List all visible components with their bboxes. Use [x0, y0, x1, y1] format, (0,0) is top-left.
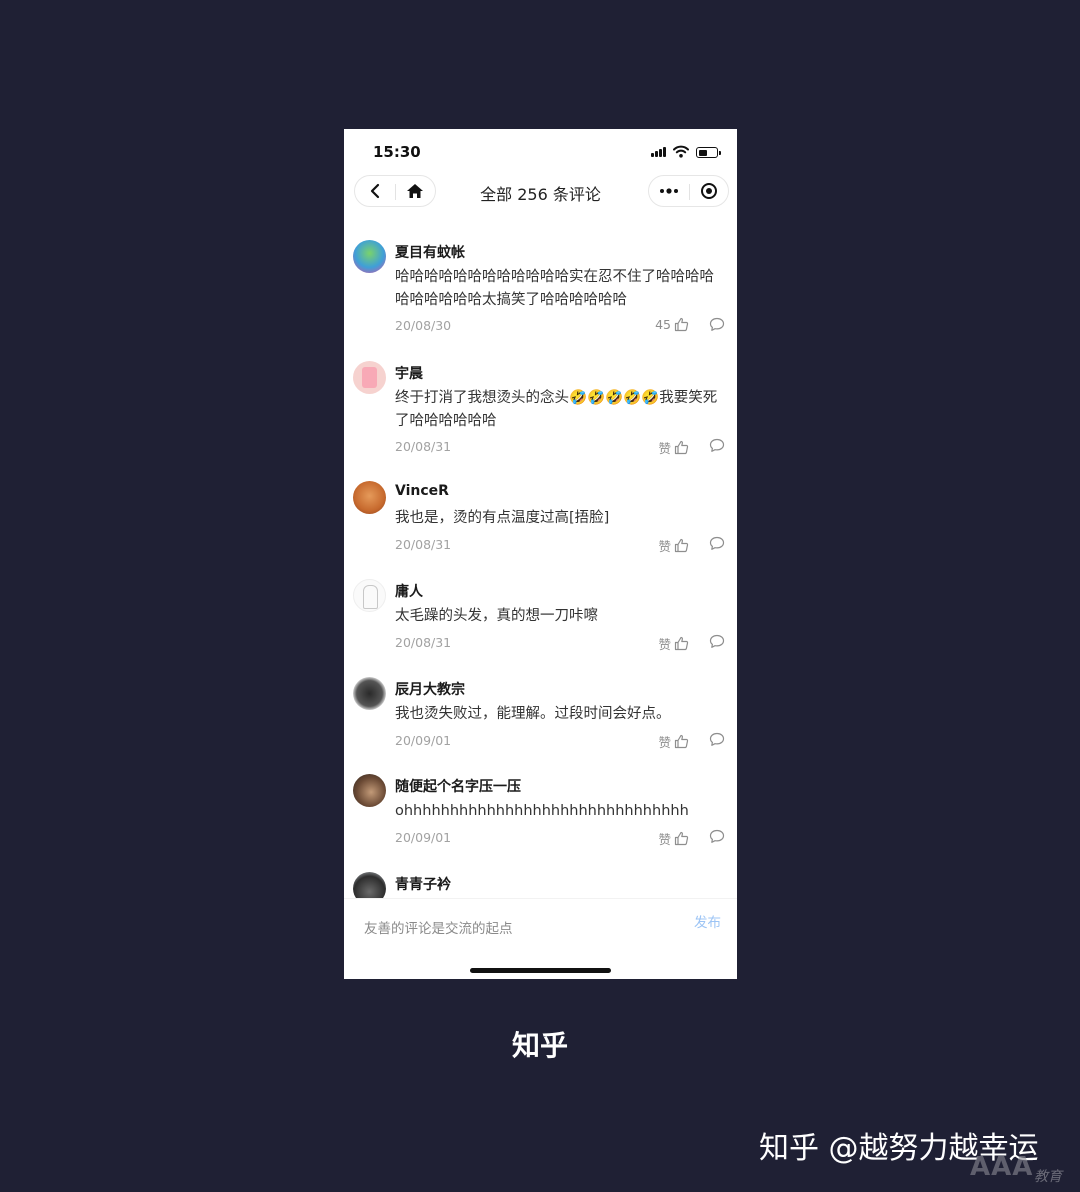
comment-date: 20/08/31 [395, 439, 452, 454]
close-miniapp-button[interactable] [689, 176, 729, 206]
thumbs-up-icon [674, 831, 689, 846]
like-count: 赞 [658, 637, 671, 652]
thumbs-up-icon [674, 636, 689, 651]
corner-logo-sub: 教育 [1034, 1169, 1062, 1185]
comment-text: 我也是，烫的有点温度过高[捂脸] [395, 510, 610, 526]
wifi-icon [673, 145, 689, 158]
more-dots-icon [660, 188, 678, 194]
phone-screen: 15:30 全部 256 条评论 夏目有蚊帐 哈哈哈哈哈哈哈哈哈哈哈哈实在忍不住… [344, 129, 737, 979]
comment-author[interactable]: 庸人 [395, 581, 423, 601]
reply-bubble-icon[interactable] [709, 829, 725, 844]
comment-date: 20/09/01 [395, 830, 452, 845]
more-button[interactable] [649, 176, 689, 206]
status-bar: 15:30 [344, 129, 737, 173]
avatar[interactable] [353, 361, 386, 394]
like-button[interactable]: 赞 [658, 634, 689, 653]
avatar[interactable] [353, 677, 386, 710]
comment-input[interactable]: 友善的评论是交流的起点 [364, 917, 513, 937]
nav-capsule-right [648, 175, 729, 207]
reply-bubble-icon[interactable] [709, 317, 725, 332]
comment-author[interactable]: 宇晨 [395, 363, 423, 383]
comment-date: 20/08/31 [395, 635, 452, 650]
avatar[interactable] [353, 579, 386, 612]
comment-text: 终于打消了我想烫头的念头🤣🤣🤣🤣🤣我要笑死了哈哈哈哈哈哈 [395, 390, 718, 429]
thumbs-up-icon [674, 734, 689, 749]
like-button[interactable]: 赞 [658, 438, 689, 457]
battery-icon [696, 147, 721, 158]
reply-bubble-icon[interactable] [709, 536, 725, 551]
thumbs-up-icon [674, 440, 689, 455]
signal-icon [651, 147, 668, 157]
comment-text: 太毛躁的头发，真的想一刀咔嚓 [395, 608, 598, 624]
comment-text: 我也烫失败过，能理解。过段时间会好点。 [395, 706, 671, 722]
like-count: 45 [655, 317, 671, 332]
caption: 知乎 [511, 1029, 568, 1062]
reply-bubble-icon[interactable] [709, 634, 725, 649]
like-count: 赞 [658, 539, 671, 554]
nav-bar: 全部 256 条评论 [344, 173, 737, 209]
like-count: 赞 [658, 832, 671, 847]
reply-bubble-icon[interactable] [709, 438, 725, 453]
home-indicator [470, 968, 611, 973]
reply-bubble-icon[interactable] [709, 732, 725, 747]
avatar[interactable] [353, 774, 386, 807]
avatar[interactable] [353, 481, 386, 514]
status-time: 15:30 [373, 143, 421, 161]
like-count: 赞 [658, 735, 671, 750]
corner-logo: AAA [970, 1152, 1034, 1182]
like-count: 赞 [658, 441, 671, 456]
comment-author[interactable]: 青青子衿 [395, 874, 451, 894]
comment-author[interactable]: VinceR [395, 483, 449, 499]
comment-author[interactable]: 夏目有蚊帐 [395, 242, 465, 262]
like-button[interactable]: 赞 [658, 536, 689, 555]
like-button[interactable]: 赞 [658, 732, 689, 751]
thumbs-up-icon [674, 317, 689, 332]
status-icons [651, 145, 721, 159]
like-button[interactable]: 赞 [658, 829, 689, 848]
like-button[interactable]: 45 [655, 317, 689, 332]
comment-text: ohhhhhhhhhhhhhhhhhhhhhhhhhhhhhhh [395, 803, 689, 819]
avatar[interactable] [353, 240, 386, 273]
comment-date: 20/08/30 [395, 318, 452, 333]
comment-text: 哈哈哈哈哈哈哈哈哈哈哈哈实在忍不住了哈哈哈哈哈哈哈哈哈哈太搞笑了哈哈哈哈哈哈 [395, 269, 714, 308]
publish-button[interactable]: 发布 [694, 911, 721, 931]
comment-input-bar: 友善的评论是交流的起点 发布 [344, 898, 737, 979]
close-target-icon [701, 183, 717, 199]
comment-date: 20/09/01 [395, 733, 452, 748]
comment-author[interactable]: 随便起个名字压一压 [395, 776, 521, 796]
comment-date: 20/08/31 [395, 537, 452, 552]
comment-author[interactable]: 辰月大教宗 [395, 679, 465, 699]
thumbs-up-icon [674, 538, 689, 553]
